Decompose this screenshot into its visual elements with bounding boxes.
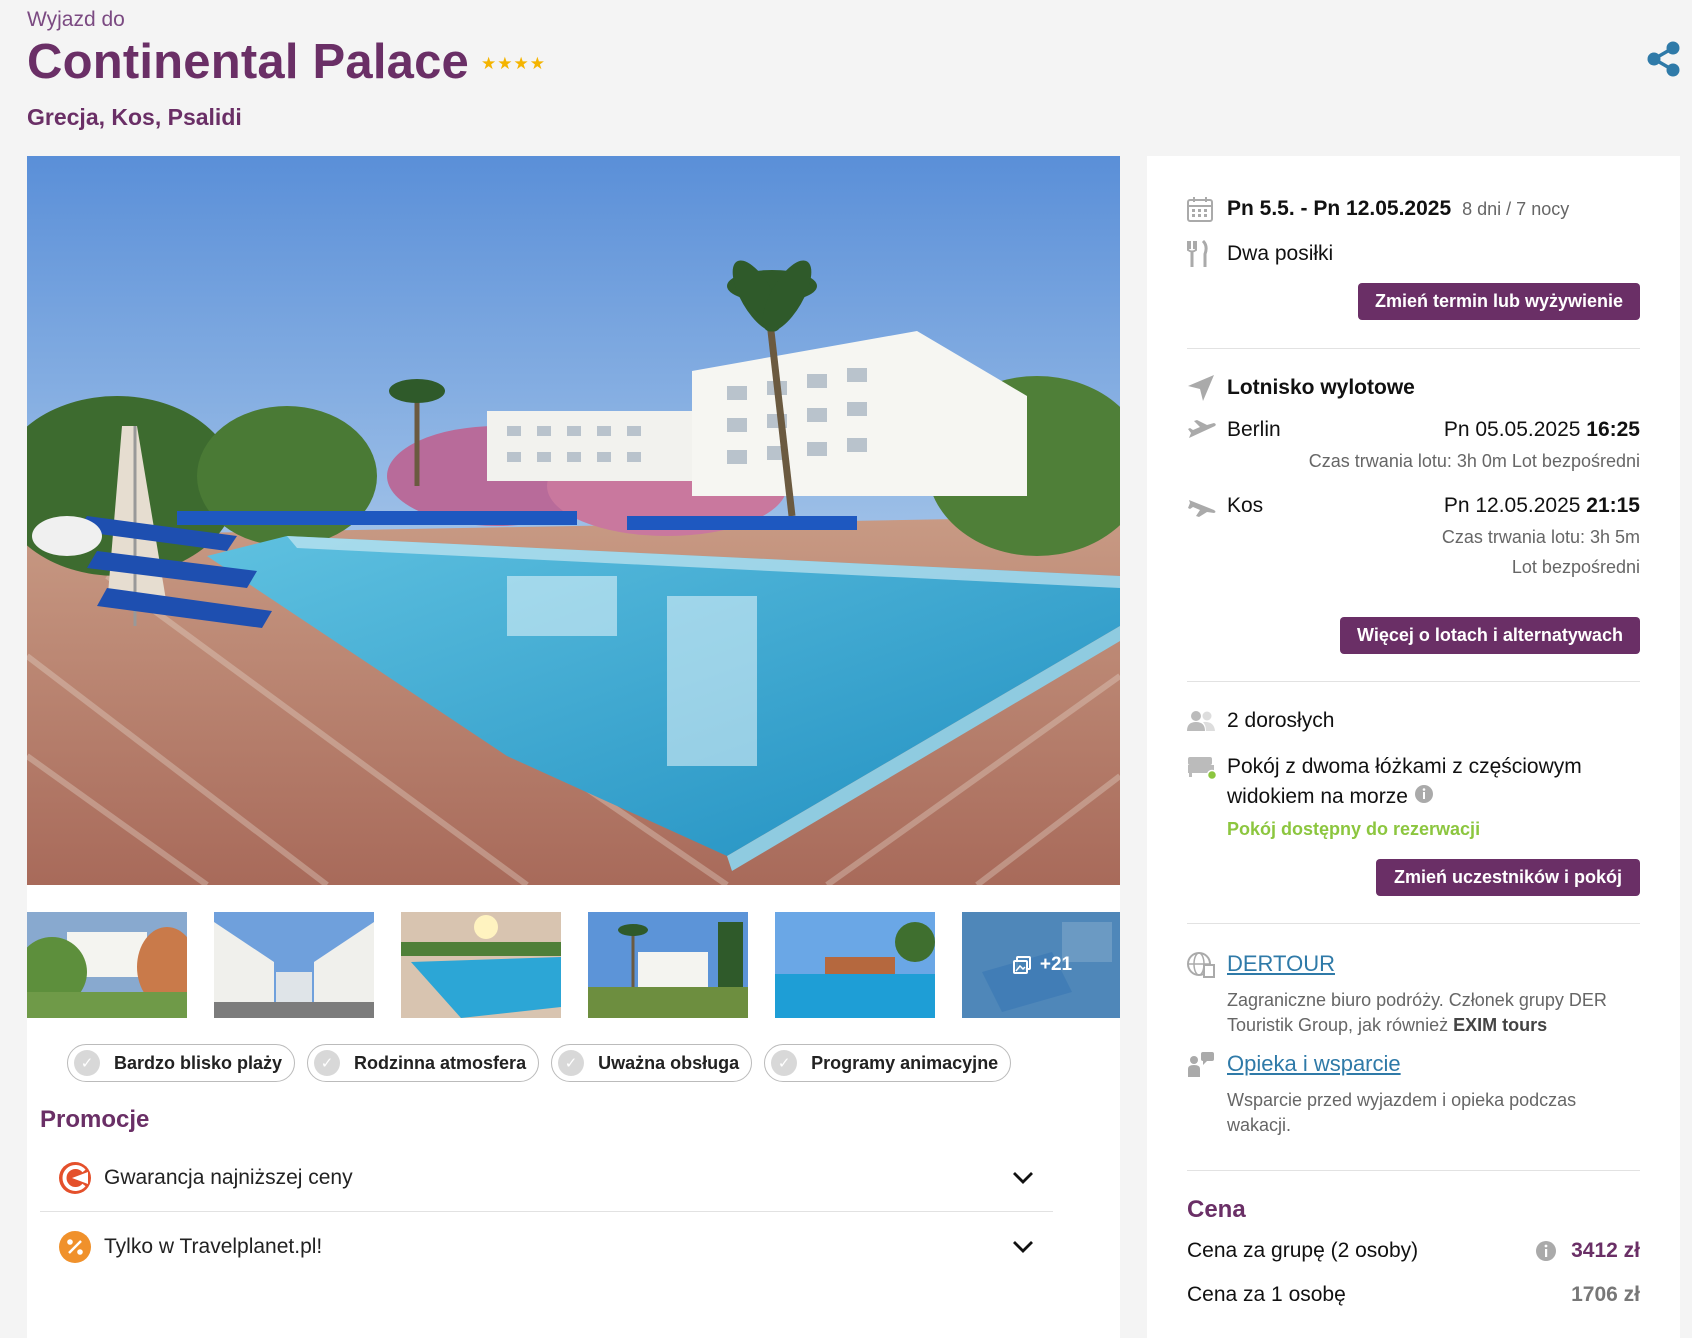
feature-tag: ✓ Rodzinna atmosfera	[307, 1044, 540, 1082]
info-icon[interactable]	[1414, 784, 1434, 804]
check-icon: ✓	[558, 1050, 585, 1076]
promotions-title: Promocje	[40, 1106, 150, 1133]
change-date-board-button[interactable]: Zmień termin lub wyżywienie	[1358, 283, 1640, 320]
users-icon	[1187, 711, 1215, 731]
gallery-thumbnail[interactable]	[27, 912, 187, 1018]
operator-partner: EXIM tours	[1453, 1015, 1548, 1035]
chevron-down-icon	[1013, 1172, 1033, 1184]
feature-tag: ✓ Uważna obsługa	[551, 1044, 753, 1082]
cutlery-icon	[1187, 240, 1208, 267]
inbound-duration: Czas trwania lotu: 3h 5m	[1441, 527, 1640, 547]
per-person-price-value: 1706 zł	[1571, 1283, 1640, 1306]
percent-badge-icon	[59, 1231, 91, 1263]
gallery-more-thumbnail[interactable]: +21	[962, 912, 1120, 1018]
globe-agency-icon	[1187, 952, 1215, 978]
hotel-stars: ★ ★ ★ ★	[481, 54, 545, 74]
price-title: Cena	[1187, 1196, 1246, 1223]
room-type-line2: widokiem na morze	[1227, 785, 1408, 808]
check-icon: ✓	[314, 1050, 341, 1076]
plane-takeoff-icon	[1188, 420, 1216, 438]
per-person-price-label: Cena za 1 osobę	[1187, 1283, 1346, 1306]
share-icon[interactable]	[1645, 40, 1683, 78]
trip-dates: Pn 5.5. - Pn 12.05.2025	[1227, 197, 1452, 220]
promotion-accordion-item[interactable]: Tylko w Travelplanet.pl!	[40, 1213, 1053, 1281]
outbound-time: 16:25	[1586, 418, 1640, 441]
star-icon: ★	[497, 54, 513, 73]
outbound-duration: Czas trwania lotu: 3h 0m	[1308, 451, 1507, 471]
group-price-label: Cena za grupę (2 osoby)	[1187, 1239, 1419, 1262]
room-type-line1: Pokój z dwoma łóżkami z częściowym	[1227, 755, 1582, 778]
hotel-title: Continental Palace	[27, 35, 469, 89]
star-icon: ★	[529, 54, 545, 73]
support-description-line1: Wsparcie przed wyjazdem i opieka podczas	[1227, 1090, 1577, 1110]
support-icon	[1188, 1052, 1214, 1077]
board-type: Dwa posiłki	[1227, 242, 1334, 265]
change-participants-room-button[interactable]: Zmień uczestników i pokój	[1376, 859, 1640, 896]
divider	[1187, 923, 1640, 924]
promotion-accordion-item[interactable]: Gwarancja najniższej ceny	[40, 1144, 1053, 1212]
inbound-flight-type: Lot bezpośredni	[1511, 557, 1640, 577]
gallery-thumbnail[interactable]	[775, 912, 935, 1018]
feature-tag: ✓ Programy animacyjne	[764, 1044, 1012, 1082]
divider	[1187, 348, 1640, 349]
star-icon: ★	[481, 54, 497, 73]
operator-description-line2: Touristik Group, jak również	[1227, 1015, 1454, 1035]
star-icon: ★	[513, 54, 529, 73]
bed-icon	[1188, 757, 1217, 780]
page-header: Wyjazd do Continental Palace ★ ★ ★ ★ Gre…	[27, 8, 545, 131]
promotion-label: Tylko w Travelplanet.pl!	[104, 1235, 323, 1258]
feature-tags: ✓ Bardzo blisko plaży ✓ Rodzinna atmosfera…	[67, 1044, 1012, 1082]
outbound-city: Berlin	[1227, 418, 1281, 441]
inbound-city: Kos	[1227, 494, 1264, 517]
group-price-value: 3412 zł	[1571, 1239, 1640, 1262]
thumbnail-strip: +21	[27, 912, 1120, 1018]
support-link[interactable]: Opieka i wsparcie	[1227, 1051, 1401, 1077]
inbound-date: Pn 12.05.2025	[1443, 494, 1581, 517]
image-gallery-icon	[1012, 956, 1031, 974]
more-flights-button[interactable]: Więcej o lotach i alternatywach	[1340, 617, 1640, 654]
room-availability: Pokój dostępny do rezerwacji	[1227, 819, 1481, 839]
calendar-icon	[1187, 197, 1213, 222]
chevron-down-icon	[1013, 1241, 1033, 1253]
plane-landing-icon	[1188, 500, 1216, 517]
outbound-date: Pn 05.05.2025	[1443, 418, 1581, 441]
divider	[1187, 1170, 1640, 1171]
participants: 2 dorosłych	[1227, 709, 1335, 732]
outbound-flight-type: Lot bezpośredni	[1511, 451, 1640, 471]
check-icon: ✓	[771, 1050, 798, 1076]
main-hotel-photo[interactable]	[27, 156, 1120, 885]
gallery-thumbnail[interactable]	[214, 912, 374, 1018]
departure-airport-title: Lotnisko wylotowe	[1227, 376, 1415, 399]
more-photos-count: +21	[1039, 954, 1073, 975]
divider	[1187, 681, 1640, 682]
price-guarantee-icon	[59, 1161, 91, 1194]
booking-summary-panel: Pn 5.5. - Pn 12.05.2025 8 dni / 7 nocy D…	[1147, 156, 1680, 1338]
support-description-line2: wakacji.	[1227, 1115, 1292, 1135]
hotel-location: Grecja, Kos, Psalidi	[27, 104, 242, 130]
pre-title: Wyjazd do	[27, 8, 125, 31]
info-icon[interactable]	[1535, 1240, 1557, 1262]
gallery-thumbnail[interactable]	[588, 912, 748, 1018]
check-icon: ✓	[74, 1050, 100, 1076]
feature-tag: ✓ Bardzo blisko plaży	[67, 1044, 296, 1082]
inbound-time: 21:15	[1586, 494, 1640, 517]
trip-duration: 8 dni / 7 nocy	[1462, 198, 1570, 219]
operator-description-line1: Zagraniczne biuro podróży. Członek grupy…	[1227, 990, 1607, 1010]
operator-link[interactable]: DERTOUR	[1227, 951, 1335, 977]
navigation-arrow-icon	[1188, 375, 1214, 401]
promotion-label: Gwarancja najniższej ceny	[104, 1165, 353, 1189]
gallery-thumbnail[interactable]	[401, 912, 561, 1018]
